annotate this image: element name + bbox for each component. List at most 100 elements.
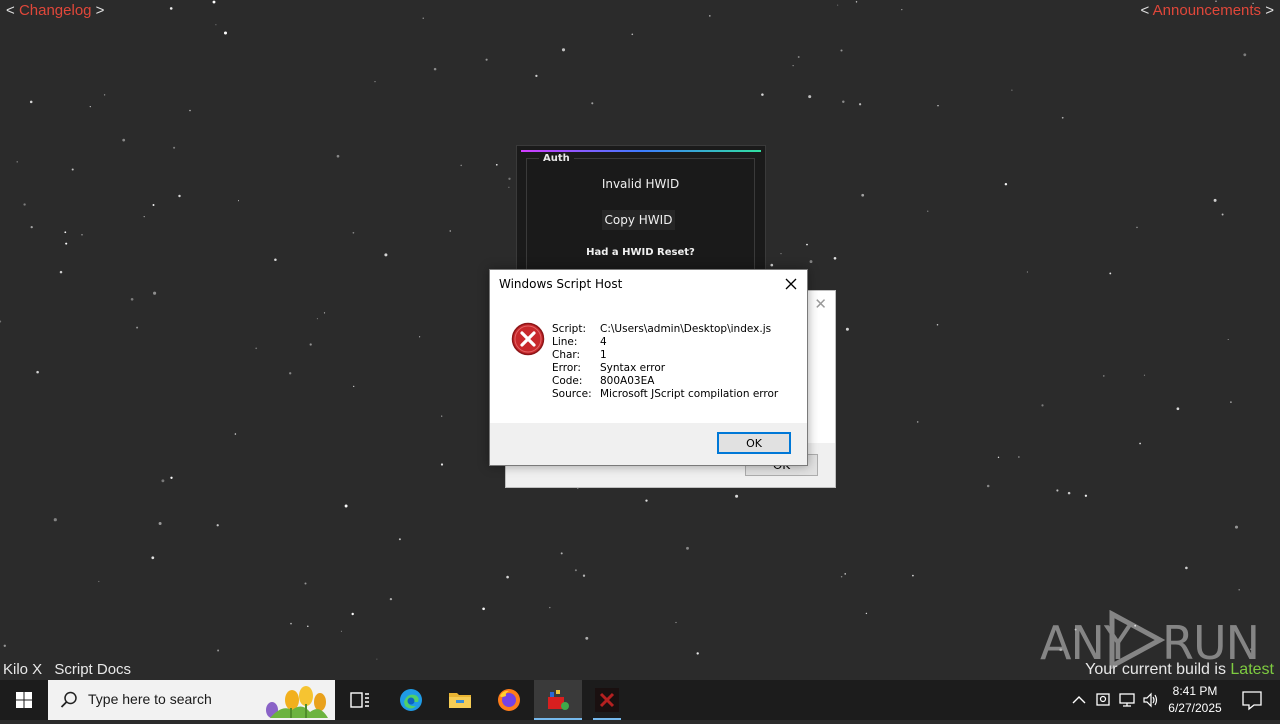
star [433, 67, 437, 71]
script-docs-link[interactable]: Script Docs [54, 661, 131, 678]
star [216, 524, 219, 527]
star [1234, 525, 1239, 529]
announcements-link[interactable]: < Announcements > [1141, 2, 1274, 19]
star [158, 522, 162, 525]
star [708, 15, 711, 17]
error-detail-value: 4 [600, 336, 607, 348]
star [398, 538, 401, 541]
star [1109, 272, 1112, 275]
star [103, 94, 106, 96]
copy-hwid-button[interactable]: Copy HWID [602, 210, 675, 230]
clock-time: 8:41 PM [1172, 684, 1218, 698]
star [808, 95, 812, 99]
chevron-up-icon[interactable] [1070, 691, 1088, 709]
app-dark-icon [595, 688, 619, 712]
star [735, 494, 739, 498]
changelog-link-label[interactable]: Changelog [19, 2, 92, 19]
task-view-button[interactable] [336, 680, 384, 720]
firefox-icon [498, 689, 520, 711]
announcements-link-label[interactable]: Announcements [1153, 2, 1261, 19]
star [645, 499, 648, 502]
star [861, 193, 865, 197]
kilo-x-label[interactable]: Kilo X [3, 661, 42, 678]
star [485, 58, 488, 61]
star [1213, 198, 1217, 202]
network-icon[interactable] [1118, 691, 1136, 709]
star [460, 164, 462, 167]
star [23, 203, 26, 206]
notification-icon [1242, 691, 1262, 711]
taskbar-app-red[interactable] [534, 680, 582, 720]
star [81, 233, 83, 236]
star [440, 463, 444, 466]
star [384, 253, 388, 257]
taskbar-edge[interactable] [387, 680, 435, 720]
anyrun-watermark-logo: ANY RUN [1040, 608, 1260, 670]
search-box[interactable]: Type here to search [48, 680, 335, 720]
star [170, 476, 173, 479]
start-button[interactable] [0, 680, 48, 720]
star [323, 312, 326, 314]
star [997, 456, 1000, 459]
star [89, 106, 91, 108]
error-detail-row: Error: Syntax error [552, 362, 778, 375]
star [173, 146, 176, 149]
star [1136, 226, 1138, 229]
star [212, 0, 216, 4]
star [912, 574, 914, 577]
star [136, 326, 139, 329]
error-detail-key: Script: [552, 323, 586, 335]
meet-now-icon[interactable] [1095, 691, 1113, 709]
system-clock[interactable]: 8:41 PM 6/27/2025 [1164, 683, 1226, 717]
close-icon[interactable]: ✕ [814, 295, 827, 313]
taskbar: Type here to search 8:41 PM 6/27/2025 [0, 680, 1280, 720]
taskbar-firefox[interactable] [485, 680, 533, 720]
star [422, 17, 424, 19]
volume-icon[interactable] [1142, 691, 1160, 709]
star [130, 297, 134, 301]
ok-button[interactable]: OK [717, 432, 791, 454]
taskbar-app-dark[interactable] [583, 680, 631, 720]
star [353, 385, 355, 388]
star [631, 33, 634, 36]
star [585, 636, 589, 640]
star [1139, 442, 1141, 445]
star [290, 622, 292, 625]
star [36, 370, 39, 374]
error-detail-row: Script: C:\Users\admin\Desktop\index.js [552, 323, 778, 336]
star [508, 177, 511, 180]
star [916, 421, 919, 423]
error-detail-value: Microsoft JScript compilation error [600, 388, 779, 400]
star [560, 552, 563, 555]
star [1102, 375, 1105, 377]
star [65, 242, 68, 245]
close-icon[interactable] [781, 274, 801, 294]
star [770, 263, 774, 267]
error-detail-key: Char: [552, 349, 581, 361]
star [1041, 404, 1044, 407]
error-icon [511, 322, 545, 356]
taskbar-file-explorer[interactable] [436, 680, 484, 720]
star [352, 231, 355, 234]
star [865, 612, 868, 615]
star [936, 324, 939, 326]
star [561, 48, 566, 52]
search-placeholder[interactable]: Type here to search [88, 691, 212, 707]
windows-script-host-dialog: Windows Script Host Script: C:\Users\admi… [489, 269, 808, 466]
app-red-icon [548, 690, 569, 710]
star [858, 103, 862, 106]
star [1084, 494, 1088, 497]
star [1056, 489, 1059, 492]
windows-logo-icon [16, 692, 32, 708]
star [223, 31, 228, 35]
star [71, 168, 74, 171]
star [376, 658, 378, 660]
auth-group: Auth Invalid HWID Copy HWID Had a HWID R… [526, 153, 755, 285]
star [64, 231, 67, 234]
star [495, 163, 498, 166]
notifications-button[interactable] [1232, 680, 1272, 720]
error-detail-row: Code: 800A03EA [552, 375, 778, 388]
star [535, 74, 538, 78]
hwid-reset-link[interactable]: Had a HWID Reset? [527, 247, 754, 258]
changelog-link[interactable]: < Changelog > [6, 2, 104, 19]
